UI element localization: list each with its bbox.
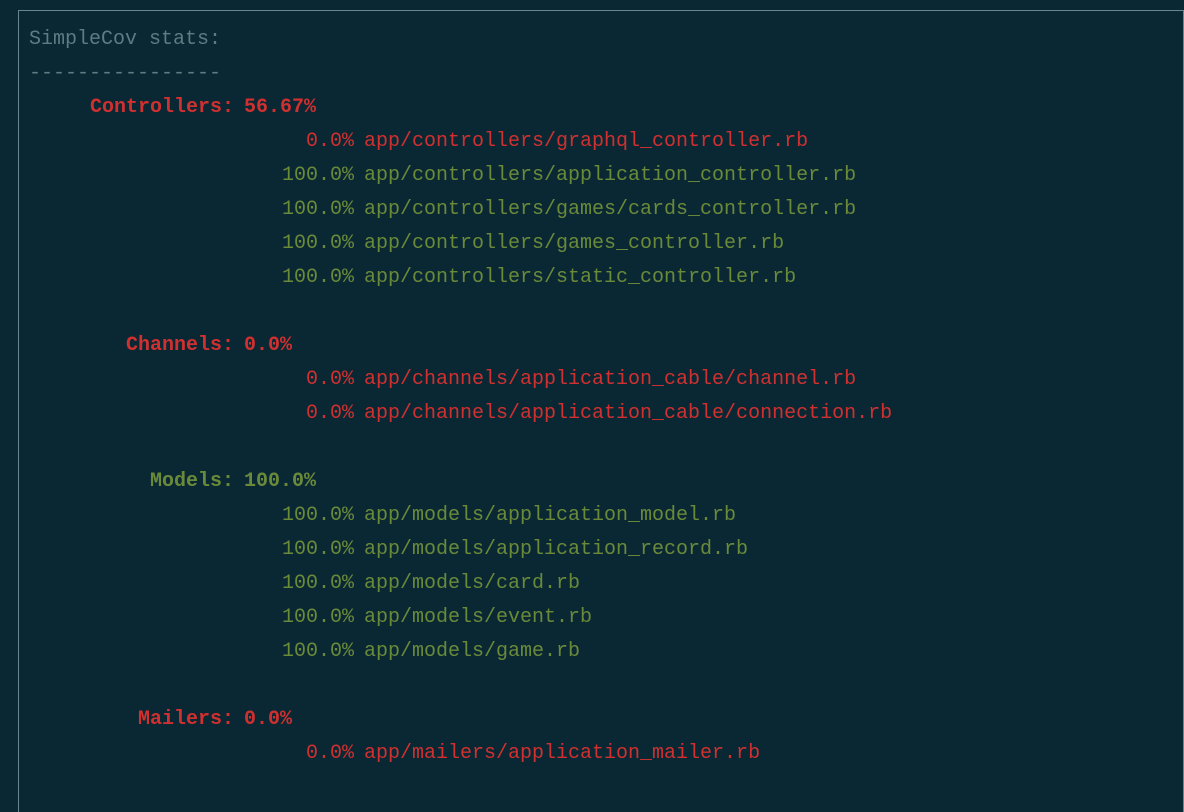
- file-coverage-row: 100.0%app/models/event.rb: [29, 601, 1173, 635]
- file-path: app/models/card.rb: [354, 567, 580, 601]
- group-spacer: [29, 295, 1173, 329]
- file-coverage-percent: 0.0%: [29, 363, 354, 397]
- file-coverage-row: 100.0%app/models/card.rb: [29, 567, 1173, 601]
- terminal-output: SimpleCov stats: ---------------- Contro…: [18, 10, 1184, 812]
- file-coverage-percent: 100.0%: [29, 227, 354, 261]
- group-label: Controllers:: [29, 91, 234, 125]
- file-coverage-percent: 100.0%: [29, 159, 354, 193]
- file-coverage-percent: 100.0%: [29, 261, 354, 295]
- file-coverage-percent: 100.0%: [29, 635, 354, 669]
- coverage-groups: Controllers:56.67%0.0%app/controllers/gr…: [29, 91, 1173, 771]
- file-coverage-row: 100.0%app/models/game.rb: [29, 635, 1173, 669]
- file-path: app/controllers/application_controller.r…: [354, 159, 856, 193]
- file-path: app/channels/application_cable/connectio…: [354, 397, 892, 431]
- file-coverage-row: 100.0%app/controllers/games_controller.r…: [29, 227, 1173, 261]
- file-coverage-percent: 100.0%: [29, 499, 354, 533]
- file-path: app/models/application_record.rb: [354, 533, 748, 567]
- file-coverage-percent: 0.0%: [29, 397, 354, 431]
- file-coverage-row: 100.0%app/models/application_model.rb: [29, 499, 1173, 533]
- stats-header: SimpleCov stats:: [29, 23, 1173, 57]
- file-coverage-row: 100.0%app/models/application_record.rb: [29, 533, 1173, 567]
- file-path: app/channels/application_cable/channel.r…: [354, 363, 856, 397]
- file-path: app/controllers/static_controller.rb: [354, 261, 796, 295]
- file-path: app/controllers/games/cards_controller.r…: [354, 193, 856, 227]
- file-coverage-row: 0.0%app/channels/application_cable/conne…: [29, 397, 1173, 431]
- file-coverage-row: 0.0%app/mailers/application_mailer.rb: [29, 737, 1173, 771]
- group-spacer: [29, 431, 1173, 465]
- file-path: app/controllers/games_controller.rb: [354, 227, 784, 261]
- file-coverage-percent: 100.0%: [29, 601, 354, 635]
- file-path: app/controllers/graphql_controller.rb: [354, 125, 808, 159]
- group-spacer: [29, 669, 1173, 703]
- group-label: Channels:: [29, 329, 234, 363]
- coverage-group-header: Mailers:0.0%: [29, 703, 1173, 737]
- file-coverage-percent: 0.0%: [29, 737, 354, 771]
- file-path: app/mailers/application_mailer.rb: [354, 737, 760, 771]
- file-path: app/models/event.rb: [354, 601, 592, 635]
- coverage-group-header: Models:100.0%: [29, 465, 1173, 499]
- file-coverage-row: 100.0%app/controllers/application_contro…: [29, 159, 1173, 193]
- file-coverage-row: 0.0%app/controllers/graphql_controller.r…: [29, 125, 1173, 159]
- divider-line: ----------------: [29, 57, 1173, 91]
- group-coverage-percent: 0.0%: [234, 703, 344, 737]
- file-coverage-row: 0.0%app/channels/application_cable/chann…: [29, 363, 1173, 397]
- file-path: app/models/game.rb: [354, 635, 580, 669]
- file-coverage-row: 100.0%app/controllers/static_controller.…: [29, 261, 1173, 295]
- coverage-group-header: Channels:0.0%: [29, 329, 1173, 363]
- group-coverage-percent: 100.0%: [234, 465, 344, 499]
- file-path: app/models/application_model.rb: [354, 499, 736, 533]
- file-coverage-percent: 100.0%: [29, 533, 354, 567]
- file-coverage-percent: 100.0%: [29, 567, 354, 601]
- group-coverage-percent: 56.67%: [234, 91, 344, 125]
- group-coverage-percent: 0.0%: [234, 329, 344, 363]
- file-coverage-percent: 100.0%: [29, 193, 354, 227]
- group-label: Models:: [29, 465, 234, 499]
- group-label: Mailers:: [29, 703, 234, 737]
- file-coverage-percent: 0.0%: [29, 125, 354, 159]
- file-coverage-row: 100.0%app/controllers/games/cards_contro…: [29, 193, 1173, 227]
- coverage-group-header: Controllers:56.67%: [29, 91, 1173, 125]
